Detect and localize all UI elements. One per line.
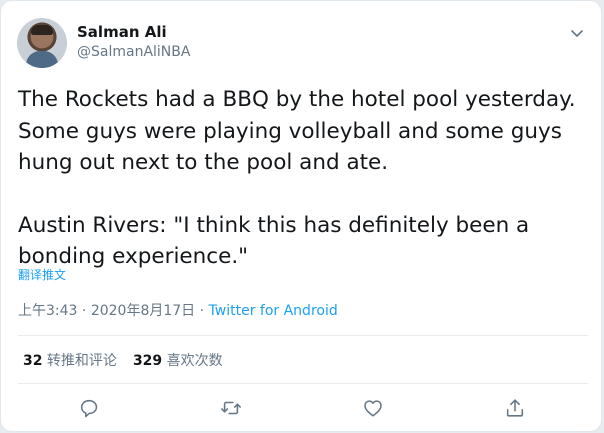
user-handle[interactable]: @SalmanAliNBA xyxy=(77,44,190,60)
retweets-stat[interactable]: 32 转推和评论 xyxy=(23,353,117,369)
user-name[interactable]: Salman Ali xyxy=(77,23,167,41)
tweet-text: The Rockets had a BBQ by the hotel pool … xyxy=(18,84,593,273)
tweet-card: Salman Ali @SalmanAliNBA The Rockets had… xyxy=(0,0,602,432)
retweet-icon[interactable] xyxy=(220,397,242,419)
tweet-paragraph: The Rockets had a BBQ by the hotel pool … xyxy=(18,87,576,175)
tweet-time[interactable]: 上午3:43 xyxy=(18,303,77,319)
divider xyxy=(18,335,588,336)
heart-icon[interactable] xyxy=(362,397,384,419)
likes-count: 329 xyxy=(132,353,163,369)
translate-link[interactable]: 翻译推文 xyxy=(18,266,66,283)
avatar[interactable] xyxy=(17,18,67,68)
share-icon[interactable] xyxy=(504,397,526,419)
meta-separator: · xyxy=(77,303,91,319)
retweets-count: 32 xyxy=(23,353,43,369)
tweet-meta: 上午3:43 · 2020年8月17日 · Twitter for Androi… xyxy=(18,300,338,320)
tweet-source[interactable]: Twitter for Android xyxy=(209,303,338,319)
divider xyxy=(18,383,588,384)
likes-label: 喜欢次数 xyxy=(162,353,223,369)
tweet-stats: 32 转推和评论 329 喜欢次数 xyxy=(23,350,223,370)
meta-separator: · xyxy=(195,303,209,319)
reply-icon[interactable] xyxy=(78,397,100,419)
avatar-shirt xyxy=(26,51,58,68)
likes-stat[interactable]: 329 喜欢次数 xyxy=(133,353,223,369)
tweet-date[interactable]: 2020年8月17日 xyxy=(91,303,195,319)
tweet-paragraph: Austin Rivers: "I think this has definit… xyxy=(18,212,530,270)
chevron-down-icon[interactable] xyxy=(567,23,587,43)
avatar-hair xyxy=(31,25,53,35)
retweets-label: 转推和评论 xyxy=(42,353,117,369)
